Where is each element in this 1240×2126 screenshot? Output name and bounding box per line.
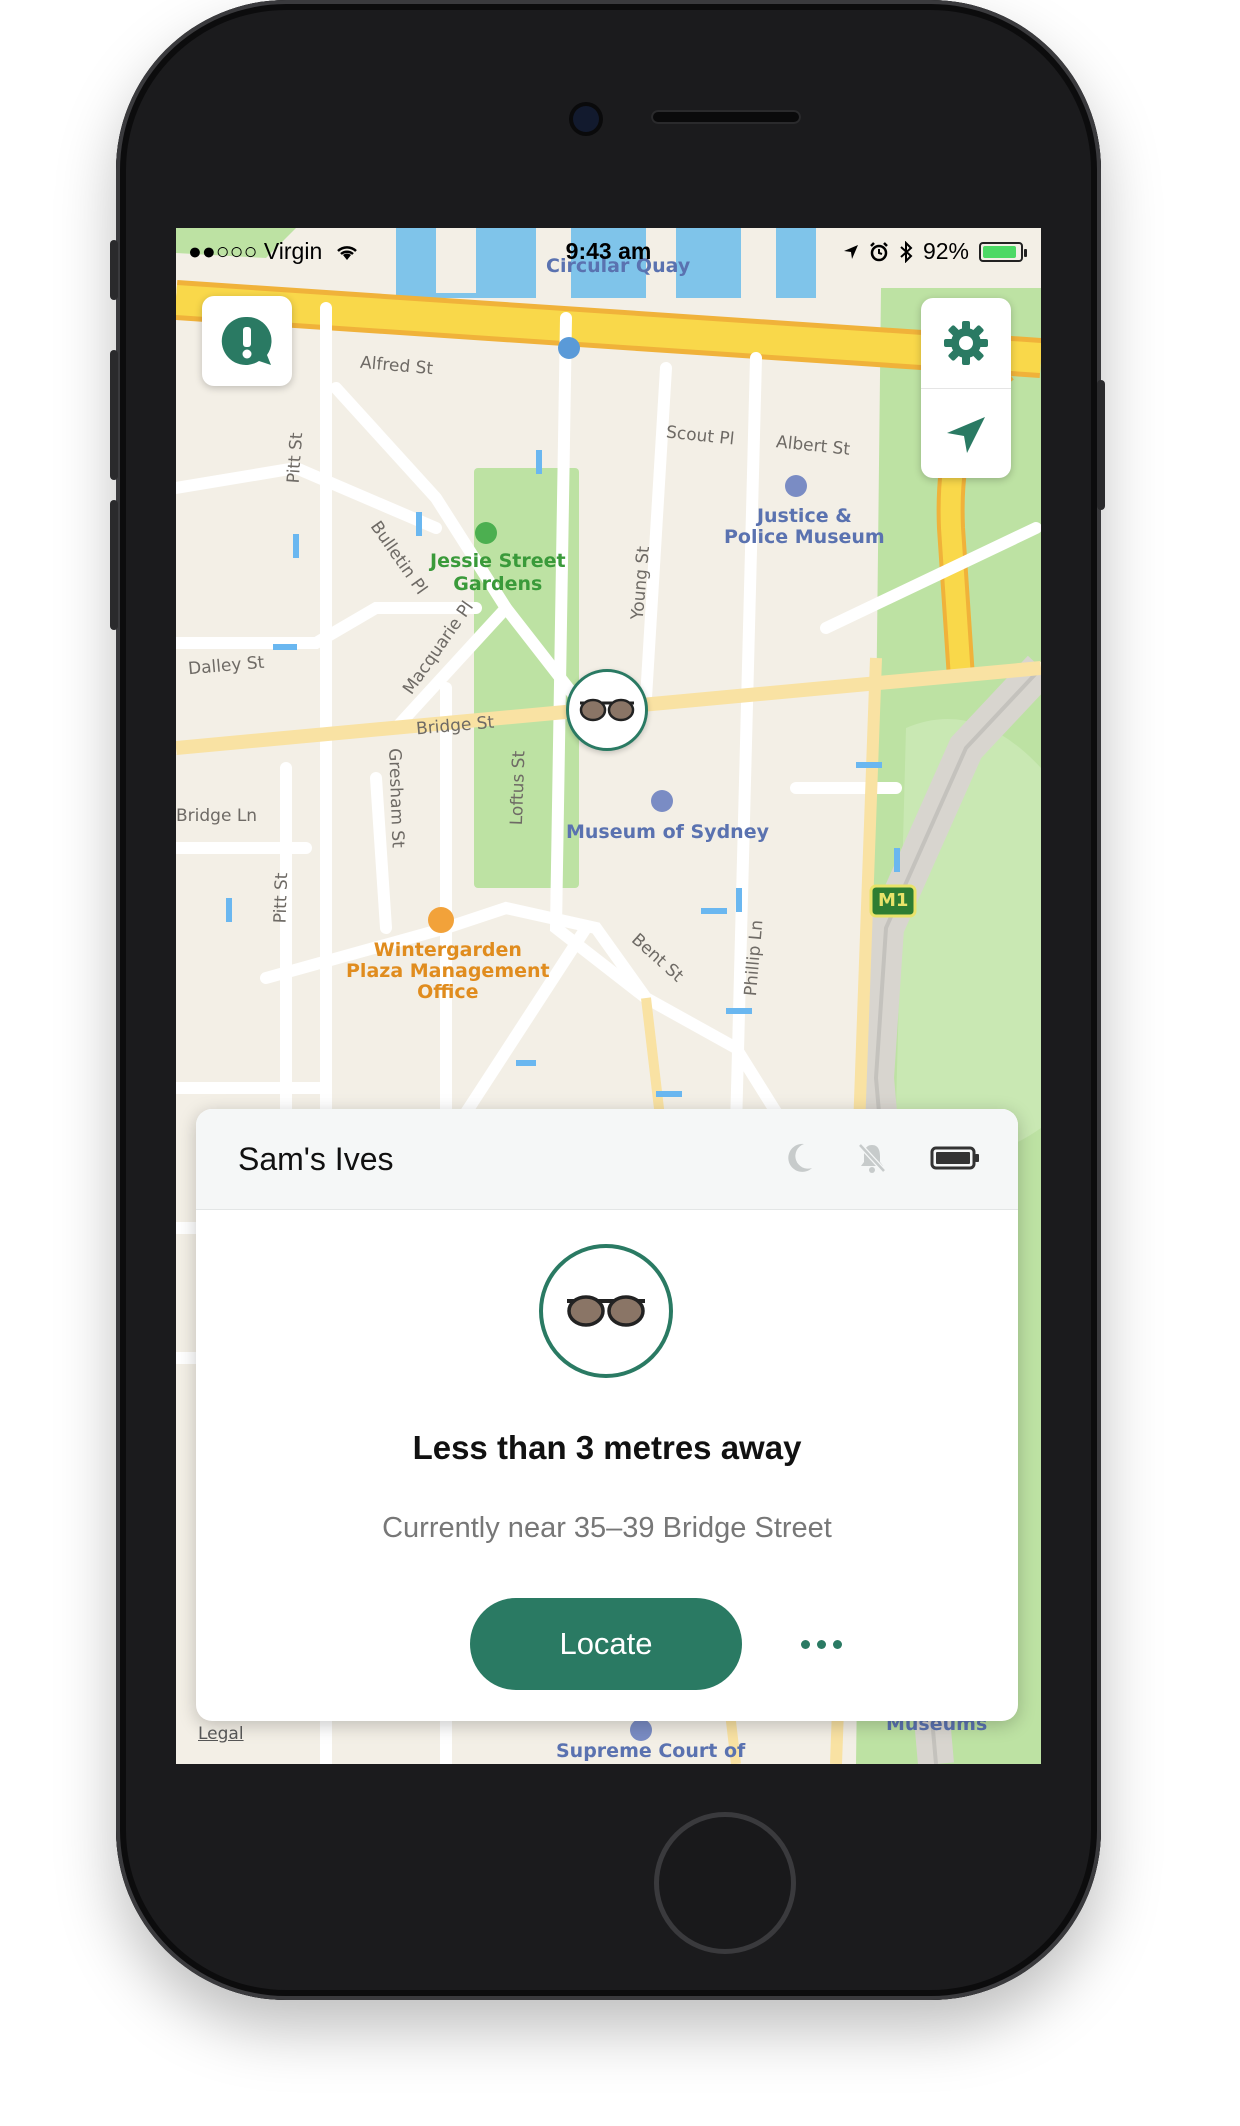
front-camera [573,106,599,132]
alarm-icon [870,241,888,261]
location-services-icon [843,244,858,259]
status-bar: ●●○○○ Virgin 9:43 am 92% [176,228,1041,274]
more-options-button[interactable] [786,1621,856,1667]
battery-percent: 92% [922,238,969,264]
dot-icon [800,1639,810,1649]
poi-supreme-court[interactable]: Supreme Court of [556,1741,745,1762]
street-label: Gresham St [384,747,408,849]
poi-label-line: Gardens [453,573,543,595]
location-arrow-icon [947,416,985,453]
volume-down-button [110,500,118,630]
poi-wintergarden[interactable]: Wintergarden Plaza Management Office [346,940,550,1003]
poi-jessie-street-gardens[interactable]: Jessie Street Gardens [430,550,566,596]
app-screen: Circular Quay Alfred St Scout Pl Albert … [176,228,1041,1764]
battery-fill [983,245,1017,258]
sunglasses-icon [567,1295,645,1327]
poi-label-line: Police Museum [724,526,885,548]
earpiece-speaker [651,110,801,124]
locate-button[interactable]: Locate [470,1598,742,1690]
street-label: Bridge Ln [176,806,258,826]
poi-label-line: Justice & [756,505,852,527]
volume-up-button [110,350,118,480]
moon-icon [788,1143,812,1172]
distance-label: Less than 3 metres away [412,1429,802,1466]
map-controls [921,298,1011,478]
legal-link[interactable]: Legal [198,1724,244,1744]
location-button[interactable] [921,389,1011,478]
sunglasses-icon [579,698,635,722]
dot-icon [816,1639,826,1649]
home-button[interactable] [654,1812,796,1954]
card-header: Sam's Ives [196,1109,1018,1210]
device-status-icons [784,1142,980,1174]
battery-icon [979,241,1027,262]
street-label: Loftus St [506,750,530,826]
device-avatar [539,1244,673,1378]
status-right: 92% [843,238,1027,265]
m1-shield-label: M1 [878,890,909,911]
street-label: Pitt St [270,872,293,924]
gear-icon [944,321,988,365]
bell-off-icon [858,1143,886,1173]
battery-icon [930,1146,979,1170]
mute-switch [110,240,118,300]
poi-museum-of-sydney[interactable]: Museum of Sydney [566,822,769,843]
power-button [1097,380,1105,510]
poi-label-line: Plaza Management [346,960,550,982]
bluetooth-icon [900,240,913,263]
location-label: Currently near 35–39 Bridge Street [382,1512,832,1544]
street-label: Pitt St [283,431,308,485]
device-name: Sam's Ives [238,1141,394,1177]
device-map-marker[interactable] [566,669,648,751]
settings-button[interactable] [921,298,1011,389]
alert-button[interactable] [202,296,292,386]
poi-justice-police-museum[interactable]: Justice & Police Museum [724,506,885,548]
poi-label-line: Jessie Street [430,550,566,572]
device-card: Sam's Ives Less than 3 metres away Curre… [196,1109,1018,1721]
poi-label-line: Office [417,981,479,1003]
poi-label-line: Wintergarden [373,939,522,961]
exclamation-bubble-icon [221,316,272,365]
dot-icon [832,1639,842,1649]
